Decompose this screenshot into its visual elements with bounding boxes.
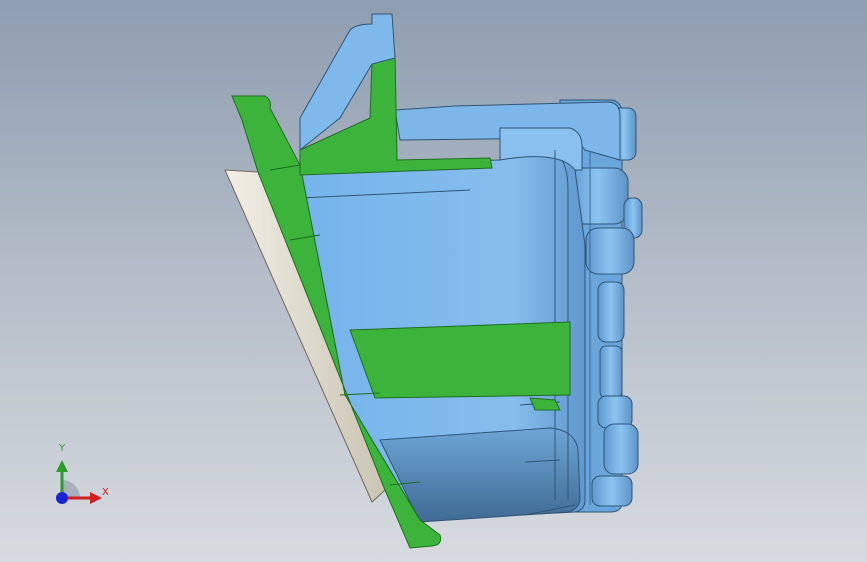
graphics-viewport[interactable]: Y X — [0, 0, 867, 562]
y-axis-label: Y — [59, 443, 66, 454]
part-model[interactable] — [0, 0, 867, 562]
x-axis-label: X — [102, 487, 109, 498]
coordinate-triad: Y X — [40, 438, 130, 518]
section-cut-band — [349, 321, 571, 399]
